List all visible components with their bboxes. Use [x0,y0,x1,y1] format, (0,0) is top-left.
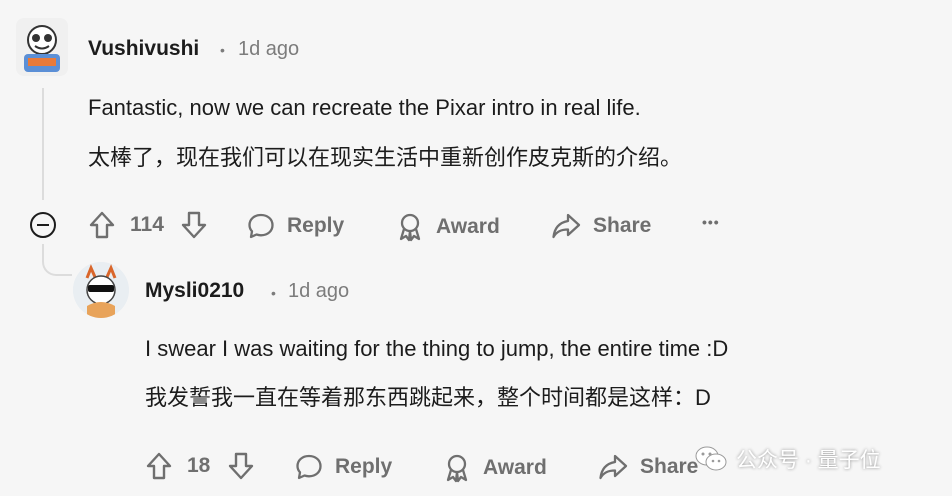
reply-button[interactable]: Reply [295,453,392,481]
reply-thread-connector [42,244,72,276]
thread-line [42,88,44,200]
award-label: Award [436,215,500,238]
share-label: Share [640,455,699,478]
wechat-icon [695,446,727,471]
reply-label: Reply [287,214,345,237]
downvote-button[interactable] [227,451,255,486]
award-button[interactable]: Award [443,453,547,483]
more-options-icon: ••• [702,214,720,230]
comment-bubble-icon [296,454,322,480]
vote-count: 114 [130,213,164,236]
comment-text-en: I swear I was waiting for the thing to j… [145,336,729,361]
comment-author[interactable]: Vushivushi [88,37,199,61]
watermark: 公众号 · 量子位 [694,444,881,474]
comment-author[interactable]: Mysli0210 [145,279,244,303]
share-label: Share [593,214,652,237]
comment-text-zh: 我发誓我一直在等着那东西跳起来，整个时间都是这样：D [145,385,711,410]
upvote-icon [89,211,115,239]
comment-timestamp[interactable]: 1d ago [288,280,349,303]
upvote-button[interactable] [145,451,173,486]
share-button[interactable]: Share [551,212,651,240]
upvote-button[interactable] [88,210,116,245]
award-icon [399,213,421,242]
meta-separator: • [220,42,225,58]
comment-text-en: Fantastic, now we can recreate the Pixar… [88,95,641,120]
comment-bubble-icon [248,213,274,239]
award-icon [446,454,468,483]
collapse-thread-button[interactable] [30,212,56,238]
more-options-button[interactable]: ••• [702,214,720,230]
award-label: Award [483,456,547,479]
share-button[interactable]: Share [598,453,698,481]
comment-text-zh: 太棒了，现在我们可以在现实生活中重新创作皮克斯的介绍。 [88,145,683,170]
comment-timestamp[interactable]: 1d ago [238,38,299,61]
downvote-button[interactable] [180,210,208,245]
share-icon [552,213,581,239]
avatar[interactable] [16,18,68,76]
share-icon [599,454,628,480]
reply-label: Reply [335,455,393,478]
meta-separator: • [271,285,276,301]
upvote-icon [146,452,172,480]
reply-button[interactable]: Reply [247,212,344,240]
award-button[interactable]: Award [396,212,500,242]
watermark-text: 公众号 · 量子位 [736,449,881,472]
downvote-icon [228,452,254,480]
vote-count: 18 [187,454,211,477]
avatar[interactable] [73,262,129,318]
downvote-icon [181,211,207,239]
